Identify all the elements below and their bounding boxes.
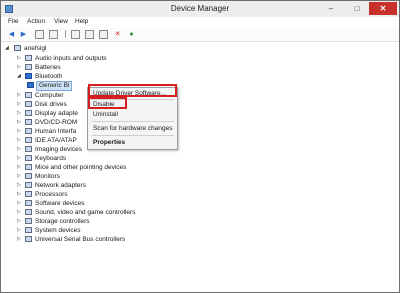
menu-file[interactable]: File <box>8 18 18 25</box>
collapsed-arrow-icon[interactable]: ▷ <box>17 91 22 100</box>
tree-node-label: Keyboards <box>35 155 67 162</box>
menu-separator <box>92 135 174 136</box>
tree-root-label: ariefsigl <box>24 45 47 52</box>
collapsed-arrow-icon[interactable]: ▷ <box>17 226 22 235</box>
collapsed-arrow-icon[interactable]: ▷ <box>17 163 22 172</box>
speaker-icon <box>25 55 32 61</box>
menu-uninstall[interactable]: Uninstall <box>93 110 118 119</box>
mouse-icon <box>25 164 32 170</box>
toolbar: ◀ ▶ | ✕ ● <box>1 28 399 42</box>
menu-bar: File Action View Help <box>1 17 399 28</box>
collapsed-arrow-icon[interactable]: ▷ <box>17 190 22 199</box>
tree-node-label: Processors <box>35 191 68 198</box>
network-icon <box>25 182 32 188</box>
collapsed-arrow-icon[interactable]: ▷ <box>17 199 22 208</box>
camera-icon <box>25 146 32 152</box>
collapsed-arrow-icon[interactable]: ▷ <box>17 181 22 190</box>
tree-node-label: DVD/CD-ROM <box>35 119 78 126</box>
tree-node-label: Imaging devices <box>35 146 82 153</box>
collapsed-arrow-icon[interactable]: ▷ <box>17 63 22 72</box>
computer-icon <box>25 92 32 98</box>
tree-node-label: Bluetooth <box>35 73 63 80</box>
title-bar: Device Manager – □ ✕ <box>1 1 399 17</box>
storage-icon <box>25 218 32 224</box>
maximize-button[interactable]: □ <box>345 2 369 15</box>
properties-icon[interactable] <box>35 30 44 39</box>
minimize-button[interactable]: – <box>319 2 343 15</box>
tree-node-label: Display adapte <box>35 110 78 117</box>
tree-node-label: Storage controllers <box>35 218 90 225</box>
device-tree: ◢ ariefsigl ▷ Audio inputs and outputs ▷… <box>1 42 399 292</box>
uninstall-icon[interactable]: ✕ <box>113 30 122 39</box>
tree-node-label: Audio inputs and outputs <box>35 55 107 62</box>
collapsed-arrow-icon[interactable]: ▷ <box>17 109 22 118</box>
menu-separator <box>92 121 174 122</box>
highlight-disable <box>88 97 127 109</box>
update-driver-icon[interactable] <box>85 30 94 39</box>
display-icon <box>25 110 32 116</box>
tree-node-label: Generic Bl <box>36 81 73 91</box>
expanded-arrow-icon[interactable]: ◢ <box>5 44 10 53</box>
computer-icon <box>14 45 21 51</box>
disk-icon <box>25 101 32 107</box>
menu-view[interactable]: View <box>54 18 68 25</box>
usb-icon <box>25 236 32 242</box>
tree-node-label: Disk drives <box>35 101 67 108</box>
tree-node-label: Sound, video and game controllers <box>35 209 136 216</box>
collapsed-arrow-icon[interactable]: ▷ <box>17 208 22 217</box>
collapsed-arrow-icon[interactable]: ▷ <box>17 235 22 244</box>
bluetooth-device-icon <box>27 82 34 88</box>
keyboard-icon <box>25 155 32 161</box>
help-icon[interactable] <box>49 30 58 39</box>
tree-node-label: Mice and other pointing devices <box>35 164 127 171</box>
collapsed-arrow-icon[interactable]: ▷ <box>17 100 22 109</box>
divider-icon: | <box>64 31 67 38</box>
scan-hardware-icon[interactable] <box>71 30 80 39</box>
device-manager-window: Device Manager – □ ✕ File Action View He… <box>0 0 400 293</box>
dvd-icon <box>25 119 32 125</box>
enable-device-icon[interactable]: ● <box>127 30 136 39</box>
cpu-icon <box>25 191 32 197</box>
collapsed-arrow-icon[interactable]: ▷ <box>17 217 22 226</box>
disable-device-icon[interactable] <box>99 30 108 39</box>
hid-icon <box>25 128 32 134</box>
software-icon <box>25 200 32 206</box>
system-icon <box>25 227 32 233</box>
monitor-icon <box>25 173 32 179</box>
highlight-update-driver <box>88 84 177 97</box>
tree-node-label: Software devices <box>35 200 85 207</box>
sound-icon <box>25 209 32 215</box>
collapsed-arrow-icon[interactable]: ▷ <box>17 54 22 63</box>
collapsed-arrow-icon[interactable]: ▷ <box>17 145 22 154</box>
collapsed-arrow-icon[interactable]: ▷ <box>17 136 22 145</box>
back-arrow-icon[interactable]: ◀ <box>7 30 16 39</box>
collapsed-arrow-icon[interactable]: ▷ <box>17 127 22 136</box>
tree-node-label: Human Interfa <box>35 128 77 135</box>
tree-node-label: Universal Serial Bus controllers <box>35 236 126 243</box>
collapsed-arrow-icon[interactable]: ▷ <box>17 154 22 163</box>
battery-icon <box>25 64 32 70</box>
collapsed-arrow-icon[interactable]: ▷ <box>17 172 22 181</box>
expanded-arrow-icon[interactable]: ◢ <box>17 72 22 81</box>
tree-node-label: System devices <box>35 227 81 234</box>
tree-node-label: Monitors <box>35 173 60 180</box>
tree-node-label: IDE ATA/ATAP <box>35 137 77 144</box>
menu-action[interactable]: Action <box>27 18 45 25</box>
ide-icon <box>25 137 32 143</box>
tree-node-label: Batteries <box>35 64 61 71</box>
close-button[interactable]: ✕ <box>369 2 397 15</box>
bluetooth-icon <box>25 73 32 79</box>
menu-help[interactable]: Help <box>75 18 88 25</box>
menu-properties[interactable]: Properties <box>93 138 125 147</box>
tree-node-label: Network adapters <box>35 182 86 189</box>
forward-arrow-icon[interactable]: ▶ <box>19 30 28 39</box>
tree-node-label: Computer <box>35 92 64 99</box>
menu-scan-hardware[interactable]: Scan for hardware changes <box>93 124 173 133</box>
collapsed-arrow-icon[interactable]: ▷ <box>17 118 22 127</box>
